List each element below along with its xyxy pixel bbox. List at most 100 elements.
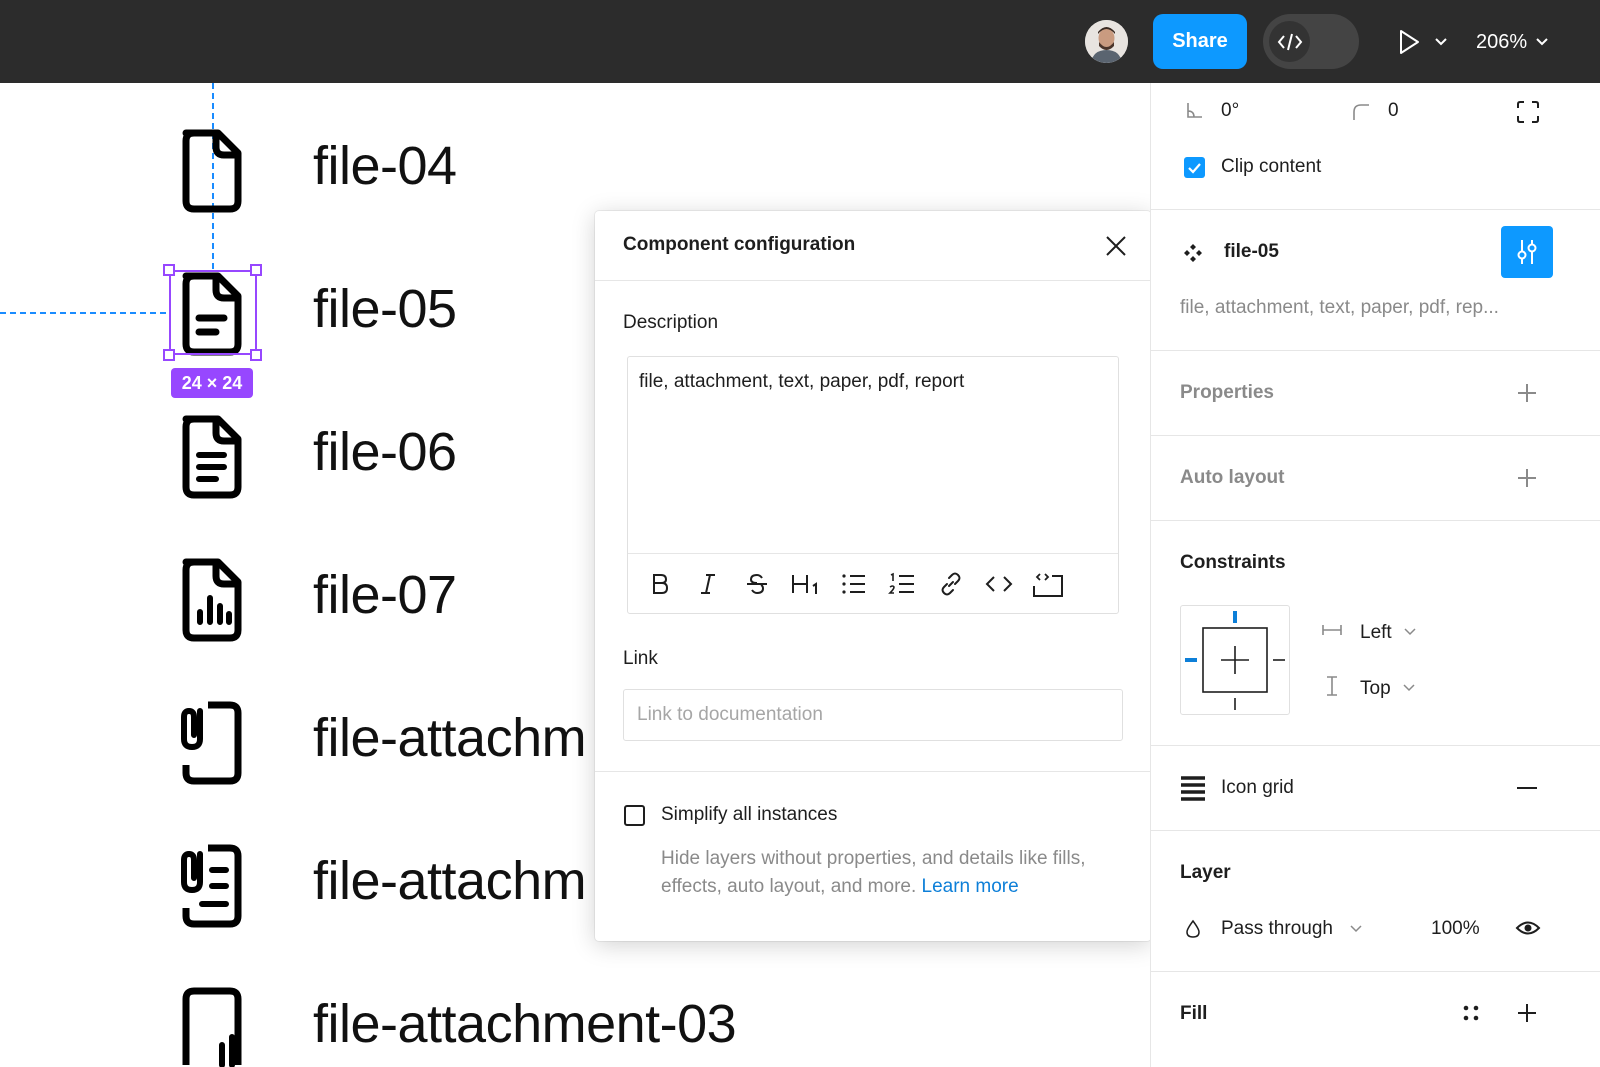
chevron-down-icon[interactable] bbox=[1350, 925, 1362, 933]
constraint-diagram-icon bbox=[1185, 611, 1285, 710]
component-icon bbox=[1184, 244, 1202, 262]
icon-label: file-attachm bbox=[313, 851, 587, 911]
file-attachment-text-icon bbox=[181, 844, 242, 928]
independent-corners-icon[interactable] bbox=[1516, 100, 1540, 124]
heading-icon[interactable] bbox=[788, 566, 824, 602]
icon-label: file-05 bbox=[313, 279, 457, 339]
check-icon bbox=[1188, 162, 1201, 174]
styles-grid-icon[interactable] bbox=[1462, 1004, 1480, 1022]
grid-layout-icon bbox=[1181, 776, 1205, 801]
chevron-down-icon bbox=[1435, 38, 1447, 46]
chevron-down-icon bbox=[1536, 38, 1548, 46]
constraint-widget[interactable] bbox=[1180, 605, 1290, 715]
panel-divider bbox=[1151, 520, 1600, 521]
auto-layout-heading: Auto layout bbox=[1180, 467, 1285, 488]
code-block-icon[interactable] bbox=[1030, 566, 1066, 602]
icon-row[interactable]: file-attachment-03 bbox=[0, 985, 1150, 1067]
icon-label: file-06 bbox=[313, 422, 457, 482]
play-icon bbox=[1400, 30, 1419, 54]
plus-icon[interactable] bbox=[1516, 1002, 1538, 1024]
simplify-help-text: Hide layers without properties, and deta… bbox=[661, 845, 1131, 901]
constraints-heading: Constraints bbox=[1180, 552, 1286, 573]
vertical-constraint-icon bbox=[1327, 676, 1337, 696]
selection-box[interactable] bbox=[169, 270, 257, 355]
icon-grid-label[interactable]: Icon grid bbox=[1221, 777, 1294, 799]
description-label: Description bbox=[623, 312, 719, 333]
panel-divider bbox=[1151, 209, 1600, 210]
dev-mode-toggle[interactable] bbox=[1263, 14, 1359, 69]
component-name[interactable]: file-05 bbox=[1224, 241, 1279, 263]
component-description[interactable]: file, attachment, text, paper, pdf, rep.… bbox=[1180, 297, 1499, 319]
blend-mode-icon bbox=[1186, 919, 1200, 938]
resize-handle[interactable] bbox=[250, 349, 262, 361]
icon-label: file-07 bbox=[313, 565, 457, 625]
chevron-down-icon[interactable] bbox=[1403, 684, 1415, 692]
resize-handle[interactable] bbox=[163, 264, 175, 276]
bullet-list-icon[interactable] bbox=[836, 566, 872, 602]
corner-radius-value[interactable]: 0 bbox=[1388, 100, 1399, 122]
panel-divider bbox=[1151, 350, 1600, 351]
fill-heading: Fill bbox=[1180, 1003, 1208, 1024]
numbered-list-icon[interactable] bbox=[884, 566, 920, 602]
simplify-label: Simplify all instances bbox=[661, 804, 838, 825]
opacity-value[interactable]: 100% bbox=[1431, 918, 1480, 940]
description-text[interactable]: file, attachment, text, paper, pdf, repo… bbox=[639, 371, 964, 393]
icon-label: file-attachm bbox=[313, 708, 587, 768]
layer-heading: Layer bbox=[1180, 862, 1231, 883]
dialog-divider bbox=[595, 771, 1151, 772]
horizontal-constraint-icon bbox=[1322, 625, 1342, 635]
chevron-down-icon[interactable] bbox=[1404, 628, 1416, 636]
horizontal-constraint-value[interactable]: Left bbox=[1360, 622, 1392, 644]
zoom-level: 206% bbox=[1476, 30, 1528, 53]
clip-content-checkbox[interactable] bbox=[1184, 157, 1205, 178]
bold-icon[interactable] bbox=[642, 566, 678, 602]
file-icon bbox=[182, 129, 242, 213]
user-avatar-icon bbox=[1085, 20, 1128, 63]
rotation-icon bbox=[1187, 103, 1202, 118]
clip-content-label: Clip content bbox=[1221, 156, 1322, 177]
zoom-menu[interactable]: 206% bbox=[1476, 26, 1549, 58]
panel-divider bbox=[1151, 435, 1600, 436]
panel-divider bbox=[1151, 745, 1600, 746]
icon-label: file-04 bbox=[313, 136, 457, 196]
close-icon[interactable] bbox=[1103, 233, 1129, 259]
vertical-constraint-value[interactable]: Top bbox=[1360, 678, 1391, 700]
resize-handle[interactable] bbox=[163, 349, 175, 361]
component-config-button[interactable] bbox=[1501, 226, 1553, 278]
dialog-title: Component configuration bbox=[623, 234, 856, 255]
rotation-value[interactable]: 0° bbox=[1221, 100, 1239, 122]
component-configuration-dialog: Component configuration Description file… bbox=[595, 211, 1151, 941]
file-chart-icon bbox=[182, 558, 242, 642]
file-attachment-icon bbox=[181, 701, 242, 785]
plus-icon[interactable] bbox=[1516, 382, 1538, 404]
corner-radius-icon bbox=[1353, 104, 1369, 120]
eye-icon[interactable] bbox=[1515, 919, 1541, 937]
code-icon bbox=[1269, 21, 1310, 62]
avatar[interactable] bbox=[1085, 20, 1128, 63]
link-icon[interactable] bbox=[933, 566, 969, 602]
plus-icon[interactable] bbox=[1516, 467, 1538, 489]
blend-mode-value[interactable]: Pass through bbox=[1221, 918, 1333, 940]
format-toolbar bbox=[628, 553, 1118, 613]
sliders-icon bbox=[1517, 240, 1537, 264]
size-badge: 24 × 24 bbox=[171, 368, 253, 398]
italic-icon[interactable] bbox=[690, 566, 726, 602]
present-button[interactable] bbox=[1396, 26, 1454, 58]
learn-more-link[interactable]: Learn more bbox=[922, 876, 1019, 897]
properties-heading: Properties bbox=[1180, 382, 1274, 403]
resize-handle[interactable] bbox=[250, 264, 262, 276]
strikethrough-icon[interactable] bbox=[739, 566, 775, 602]
code-icon[interactable] bbox=[981, 566, 1017, 602]
link-input[interactable] bbox=[623, 689, 1123, 741]
description-editor[interactable]: file, attachment, text, paper, pdf, repo… bbox=[627, 356, 1119, 614]
simplify-help-body: Hide layers without properties, and deta… bbox=[661, 848, 1086, 897]
icon-label: file-attachment-03 bbox=[313, 994, 737, 1054]
panel-divider bbox=[1151, 971, 1600, 972]
panel-divider bbox=[1151, 830, 1600, 831]
top-bar: Share 206% bbox=[0, 0, 1600, 83]
simplify-checkbox[interactable] bbox=[624, 805, 645, 826]
dialog-header: Component configuration bbox=[595, 211, 1151, 281]
minus-icon[interactable] bbox=[1516, 786, 1538, 790]
file-attachment-chart-icon bbox=[182, 987, 242, 1067]
share-button[interactable]: Share bbox=[1153, 14, 1247, 69]
